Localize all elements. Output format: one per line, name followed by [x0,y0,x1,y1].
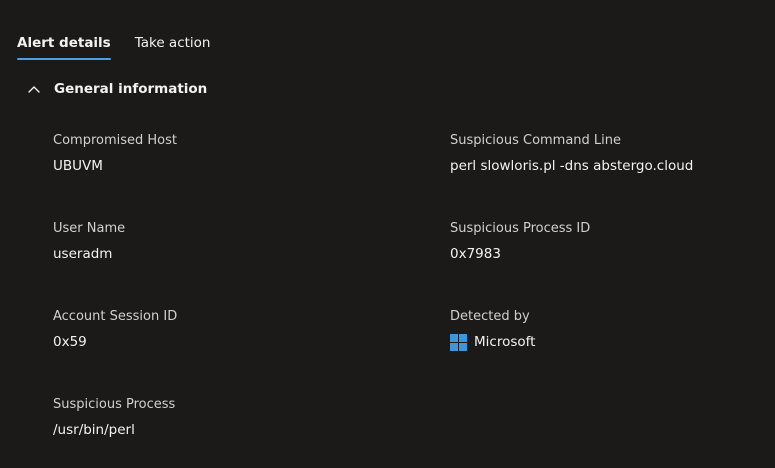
compromised-host-field: Compromised Host UBUVM [53,132,177,175]
compromised-host-value: UBUVM [53,157,177,175]
user-name-label: User Name [53,221,126,236]
suspicious-command-line-text: perl slowloris.pl -dns abstergo.cloud [450,158,694,174]
suspicious-command-line-label: Suspicious Command Line [450,133,622,148]
detected-by-field: Detected by Microsoft [450,308,535,351]
suspicious-process-text: /usr/bin/perl [53,422,135,438]
detected-by-value: Microsoft [450,333,535,351]
account-session-id-label: Account Session ID [53,309,178,324]
detected-by-text: Microsoft [474,334,536,350]
general-information-toggle[interactable]: General information [26,80,207,98]
suspicious-process-field: Suspicious Process /usr/bin/perl [53,396,175,439]
section-title: General information [54,81,208,97]
user-name-value: useradm [53,245,125,263]
suspicious-process-id-value: 0x7983 [450,245,590,263]
account-session-id-field: Account Session ID 0x59 [53,308,177,351]
suspicious-process-id-field: Suspicious Process ID 0x7983 [450,220,590,263]
user-name-text: useradm [53,246,113,262]
suspicious-process-value: /usr/bin/perl [53,421,175,439]
account-session-id-value: 0x59 [53,333,177,351]
compromised-host-label: Compromised Host [53,133,177,148]
compromised-host-text: UBUVM [53,158,103,174]
account-session-id-text: 0x59 [53,334,87,350]
tab-alert-details[interactable]: Alert details [17,34,111,60]
tab-take-action[interactable]: Take action [135,34,211,60]
suspicious-process-id-label: Suspicious Process ID [450,221,591,236]
tab-bar: Alert details Take action [17,34,211,60]
suspicious-process-label: Suspicious Process [53,397,176,412]
windows-logo-icon [450,333,467,351]
suspicious-command-line-value: perl slowloris.pl -dns abstergo.cloud [450,157,693,175]
detected-by-label: Detected by [450,309,530,324]
chevron-up-icon [26,81,42,97]
user-name-field: User Name useradm [53,220,125,263]
suspicious-process-id-text: 0x7983 [450,246,501,262]
suspicious-command-line-field: Suspicious Command Line perl slowloris.p… [450,132,693,175]
